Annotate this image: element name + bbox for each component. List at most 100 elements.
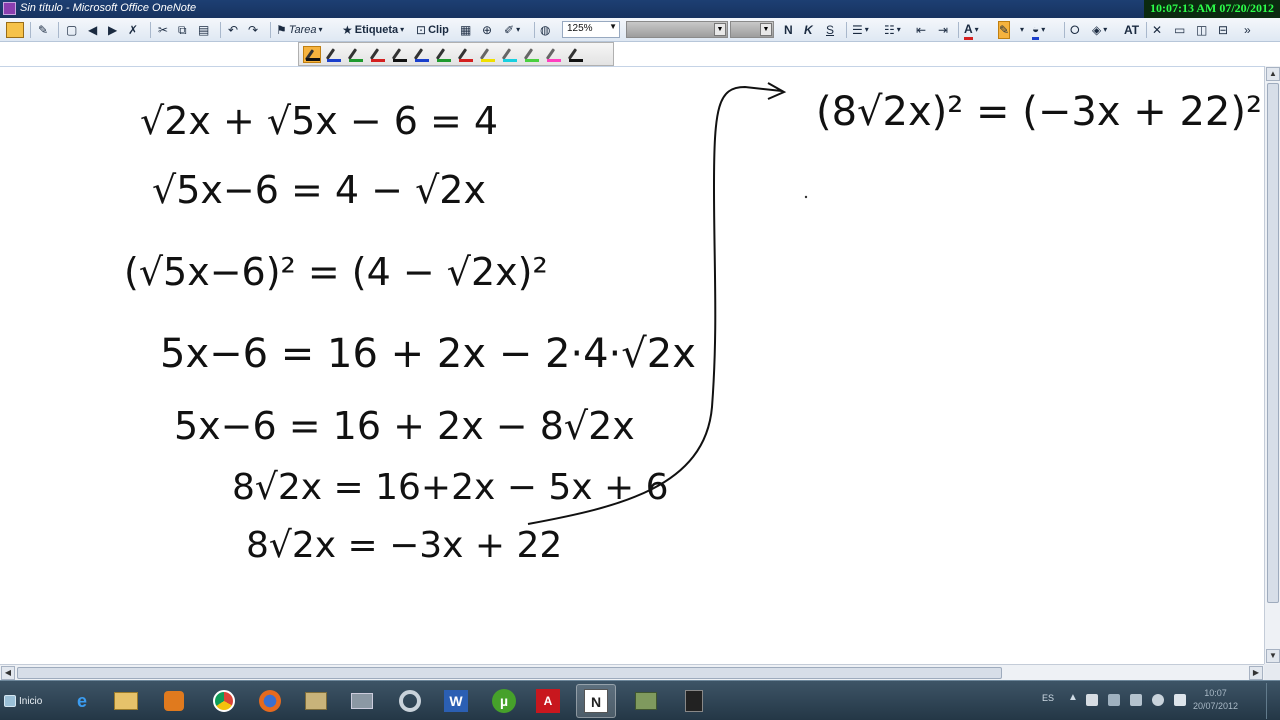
note-line-4: 5x−6 = 16 + 2x − 2·4·√2x [160,331,696,377]
paste-icon[interactable]: ▤ [198,21,209,39]
pen-swatch[interactable] [413,46,431,63]
bold-icon[interactable]: N [784,21,793,39]
scroll-right-icon[interactable]: ▶ [1249,666,1263,680]
fullpage-icon[interactable]: ⊟ [1218,21,1228,39]
link-icon[interactable]: ✎ [38,21,48,39]
ink-arrow [527,85,783,525]
pen-swatch[interactable] [567,46,585,63]
scroll-up-icon[interactable]: ▲ [1266,67,1280,81]
scroll-left-icon[interactable]: ◀ [1,666,15,680]
chevron-up-icon[interactable]: ▲ [1068,692,1078,703]
flag-icon[interactable] [1086,694,1098,706]
back-icon[interactable]: ◀ [88,21,97,39]
pen-swatch[interactable] [479,46,497,63]
ink-to-text-icon[interactable]: AT [1124,21,1139,39]
pen-swatch[interactable] [303,46,321,63]
new-page-icon[interactable]: ▢ [66,21,77,39]
onenote-app-icon[interactable] [3,2,16,15]
internet-explorer-icon[interactable]: e [62,684,102,718]
window-title: Sin título - Microsoft Office OneNote [20,2,197,14]
pen-swatch[interactable] [391,46,409,63]
show-desktop-button[interactable] [1266,683,1280,719]
folder-icon[interactable] [296,684,336,718]
clip-button[interactable]: ⊡ Clip [416,21,449,39]
monitor-icon[interactable] [1130,694,1142,706]
vertical-scrollbar[interactable]: ▲ ▼ [1264,66,1280,664]
font-color-icon[interactable]: A ▾ [964,21,979,40]
pen-color-bar [459,59,473,62]
indent-icon[interactable]: ⇥ [938,21,948,39]
pen-icon[interactable]: ✎ [998,21,1011,39]
pen-color-bar [349,59,363,62]
outdent-icon[interactable]: ⇤ [916,21,926,39]
copy-icon[interactable]: ⧉ [178,21,187,39]
pen-color-bar [547,59,561,62]
onenote-taskbar-icon[interactable]: N [576,684,616,718]
font-select[interactable]: ▼ [626,21,728,38]
eraser-icon[interactable]: ◈ ▾ [1092,21,1107,39]
utorrent-icon[interactable]: µ [484,684,524,718]
undo-icon[interactable]: ↶ [228,21,238,39]
attach-icon[interactable]: ⊕ [482,21,492,39]
adobe-reader-icon[interactable]: A [528,684,568,718]
delete-icon[interactable]: ✗ [128,21,138,39]
horizontal-scroll-thumb[interactable] [17,667,1002,679]
redo-icon[interactable]: ↷ [248,21,258,39]
sidebar-icon[interactable]: ◫ [1196,21,1207,39]
network-icon[interactable] [1108,694,1120,706]
firefox-icon[interactable] [250,684,290,718]
battery-icon[interactable] [1152,694,1164,706]
chevron-down-icon: ▼ [760,23,772,36]
tools-icon[interactable] [390,684,430,718]
printer-icon[interactable] [342,684,382,718]
media-player-icon[interactable] [154,684,194,718]
pen-swatch[interactable] [325,46,343,63]
clock-overlay: 10:07:13 AM 07/20/2012 [1144,0,1280,18]
pen-swatch[interactable] [523,46,541,63]
pen-swatch[interactable] [435,46,453,63]
font-size-select[interactable]: ▼ [730,21,774,38]
more-icon[interactable]: » [1244,21,1251,39]
handwriting-canvas: √2x + √5x − 6 = 4 √5x−6 = 4 − √2x (√5x−6… [124,82,1262,566]
vertical-scroll-thumb[interactable] [1267,83,1279,603]
globe-icon[interactable]: ◍ [540,21,550,39]
pen-swatch[interactable] [457,46,475,63]
tag-button[interactable]: ★ Etiqueta ▾ [342,21,404,39]
chrome-icon[interactable] [204,684,244,718]
underline-icon[interactable]: S [826,21,834,39]
pen-color-bar [525,59,539,62]
horizontal-scrollbar[interactable]: ◀ ▶ [0,664,1264,680]
bullets-icon[interactable]: ☰ ▾ [852,21,869,39]
italic-icon[interactable]: K [804,21,813,39]
pen-swatch[interactable] [347,46,365,63]
forward-icon[interactable]: ▶ [108,21,117,39]
tray-clock[interactable]: 10:07 20/07/2012 [1193,687,1238,713]
file-explorer-icon[interactable] [106,684,146,718]
page-view-icon[interactable]: ▭ [1174,21,1185,39]
highlighter-icon[interactable]: ◒ ▾ [1032,21,1045,40]
zoom-select[interactable]: 125% ▼ [562,21,620,38]
pen-swatch[interactable] [545,46,563,63]
scroll-down-icon[interactable]: ▼ [1266,649,1280,663]
pen-swatch[interactable] [501,46,519,63]
word-icon[interactable]: W [436,684,476,718]
close-icon[interactable]: ✕ [1152,21,1162,39]
table-icon[interactable]: ▦ [460,21,471,39]
notebook-icon[interactable] [6,21,24,39]
note-page[interactable]: √2x + √5x − 6 = 4 √5x−6 = 4 − √2x (√5x−6… [0,66,1264,664]
note-line-7: 8√2x = −3x + 22 [246,525,562,566]
app-icon-green[interactable] [626,684,666,718]
start-button[interactable]: Inicio [2,687,58,715]
onenote-window: Sin título - Microsoft Office OneNote 10… [0,0,1280,720]
volume-icon[interactable] [1174,694,1186,706]
pen-swatch[interactable] [369,46,387,63]
pen-options-icon[interactable]: ▾ [1020,21,1024,39]
app-icon-dark[interactable] [674,684,714,718]
lasso-icon[interactable]: ⭘ [1070,21,1080,39]
language-indicator[interactable]: ES [1042,693,1054,703]
task-button[interactable]: ⚑ Tarea ▾ [276,21,323,39]
cut-icon[interactable]: ✂ [158,21,168,39]
note-line-2: √5x−6 = 4 − √2x [152,168,486,212]
numbering-icon[interactable]: ☷ ▾ [884,21,901,39]
draw-tools-icon[interactable]: ✐ ▾ [504,21,520,39]
